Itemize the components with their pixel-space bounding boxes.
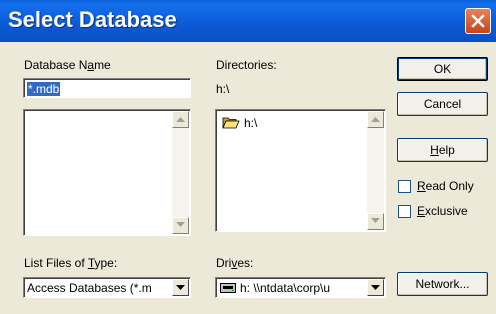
file-type-dropdown-button[interactable]: [172, 279, 189, 296]
drives-value: h: \\ntdata\corp\u: [240, 281, 331, 295]
scroll-down-button[interactable]: [367, 213, 384, 230]
exclusive-label: Exclusive: [417, 204, 468, 218]
ok-button[interactable]: OK: [397, 57, 488, 81]
drives-dropdown-button[interactable]: [367, 279, 384, 296]
scroll-up-button[interactable]: [367, 111, 384, 128]
drives-select[interactable]: h: \\ntdata\corp\u: [215, 277, 386, 298]
close-button[interactable]: [465, 8, 491, 34]
scroll-up-button[interactable]: [172, 111, 189, 128]
file-type-value: Access Databases (*.m: [27, 281, 152, 295]
exclusive-checkbox[interactable]: Exclusive: [398, 205, 493, 219]
chevron-down-icon: [371, 285, 380, 290]
arrow-up-icon: [371, 117, 380, 122]
read-only-checkbox-box[interactable]: [398, 180, 411, 193]
cancel-button[interactable]: Cancel: [397, 92, 488, 116]
arrow-down-icon: [176, 222, 185, 227]
scroll-down-button[interactable]: [172, 217, 189, 234]
database-name-input[interactable]: *.mdb: [23, 78, 191, 98]
select-database-dialog: Select Database Database Name *.mdb Dire…: [0, 0, 496, 314]
window-title: Select Database: [8, 7, 177, 32]
current-directory-path: h:\: [216, 82, 230, 96]
title-bar[interactable]: Select Database: [0, 0, 496, 42]
close-icon: [471, 14, 485, 28]
read-only-checkbox[interactable]: Read Only: [398, 180, 493, 194]
directories-scrollbar[interactable]: [367, 111, 384, 230]
help-button[interactable]: Help: [397, 138, 488, 162]
file-list-scrollbar[interactable]: [172, 111, 189, 234]
network-button[interactable]: Network...: [397, 272, 488, 296]
directories-list[interactable]: h:\: [215, 109, 386, 232]
file-list[interactable]: [23, 109, 191, 236]
directories-label: Directories:: [216, 58, 277, 72]
open-folder-icon: [222, 117, 240, 129]
database-name-label: Database Name: [24, 58, 111, 72]
file-type-label: List Files of Type:: [24, 256, 118, 270]
chevron-down-icon: [176, 285, 185, 290]
arrow-up-icon: [176, 117, 185, 122]
exclusive-checkbox-box[interactable]: [398, 205, 411, 218]
database-name-value: *.mdb: [27, 82, 61, 96]
read-only-label: Read Only: [417, 179, 474, 193]
file-type-select[interactable]: Access Databases (*.m: [23, 277, 191, 298]
directory-item-label: h:\: [244, 116, 258, 130]
network-drive-icon: [220, 283, 236, 293]
drives-label: Drives:: [216, 256, 254, 270]
arrow-down-icon: [371, 218, 380, 223]
